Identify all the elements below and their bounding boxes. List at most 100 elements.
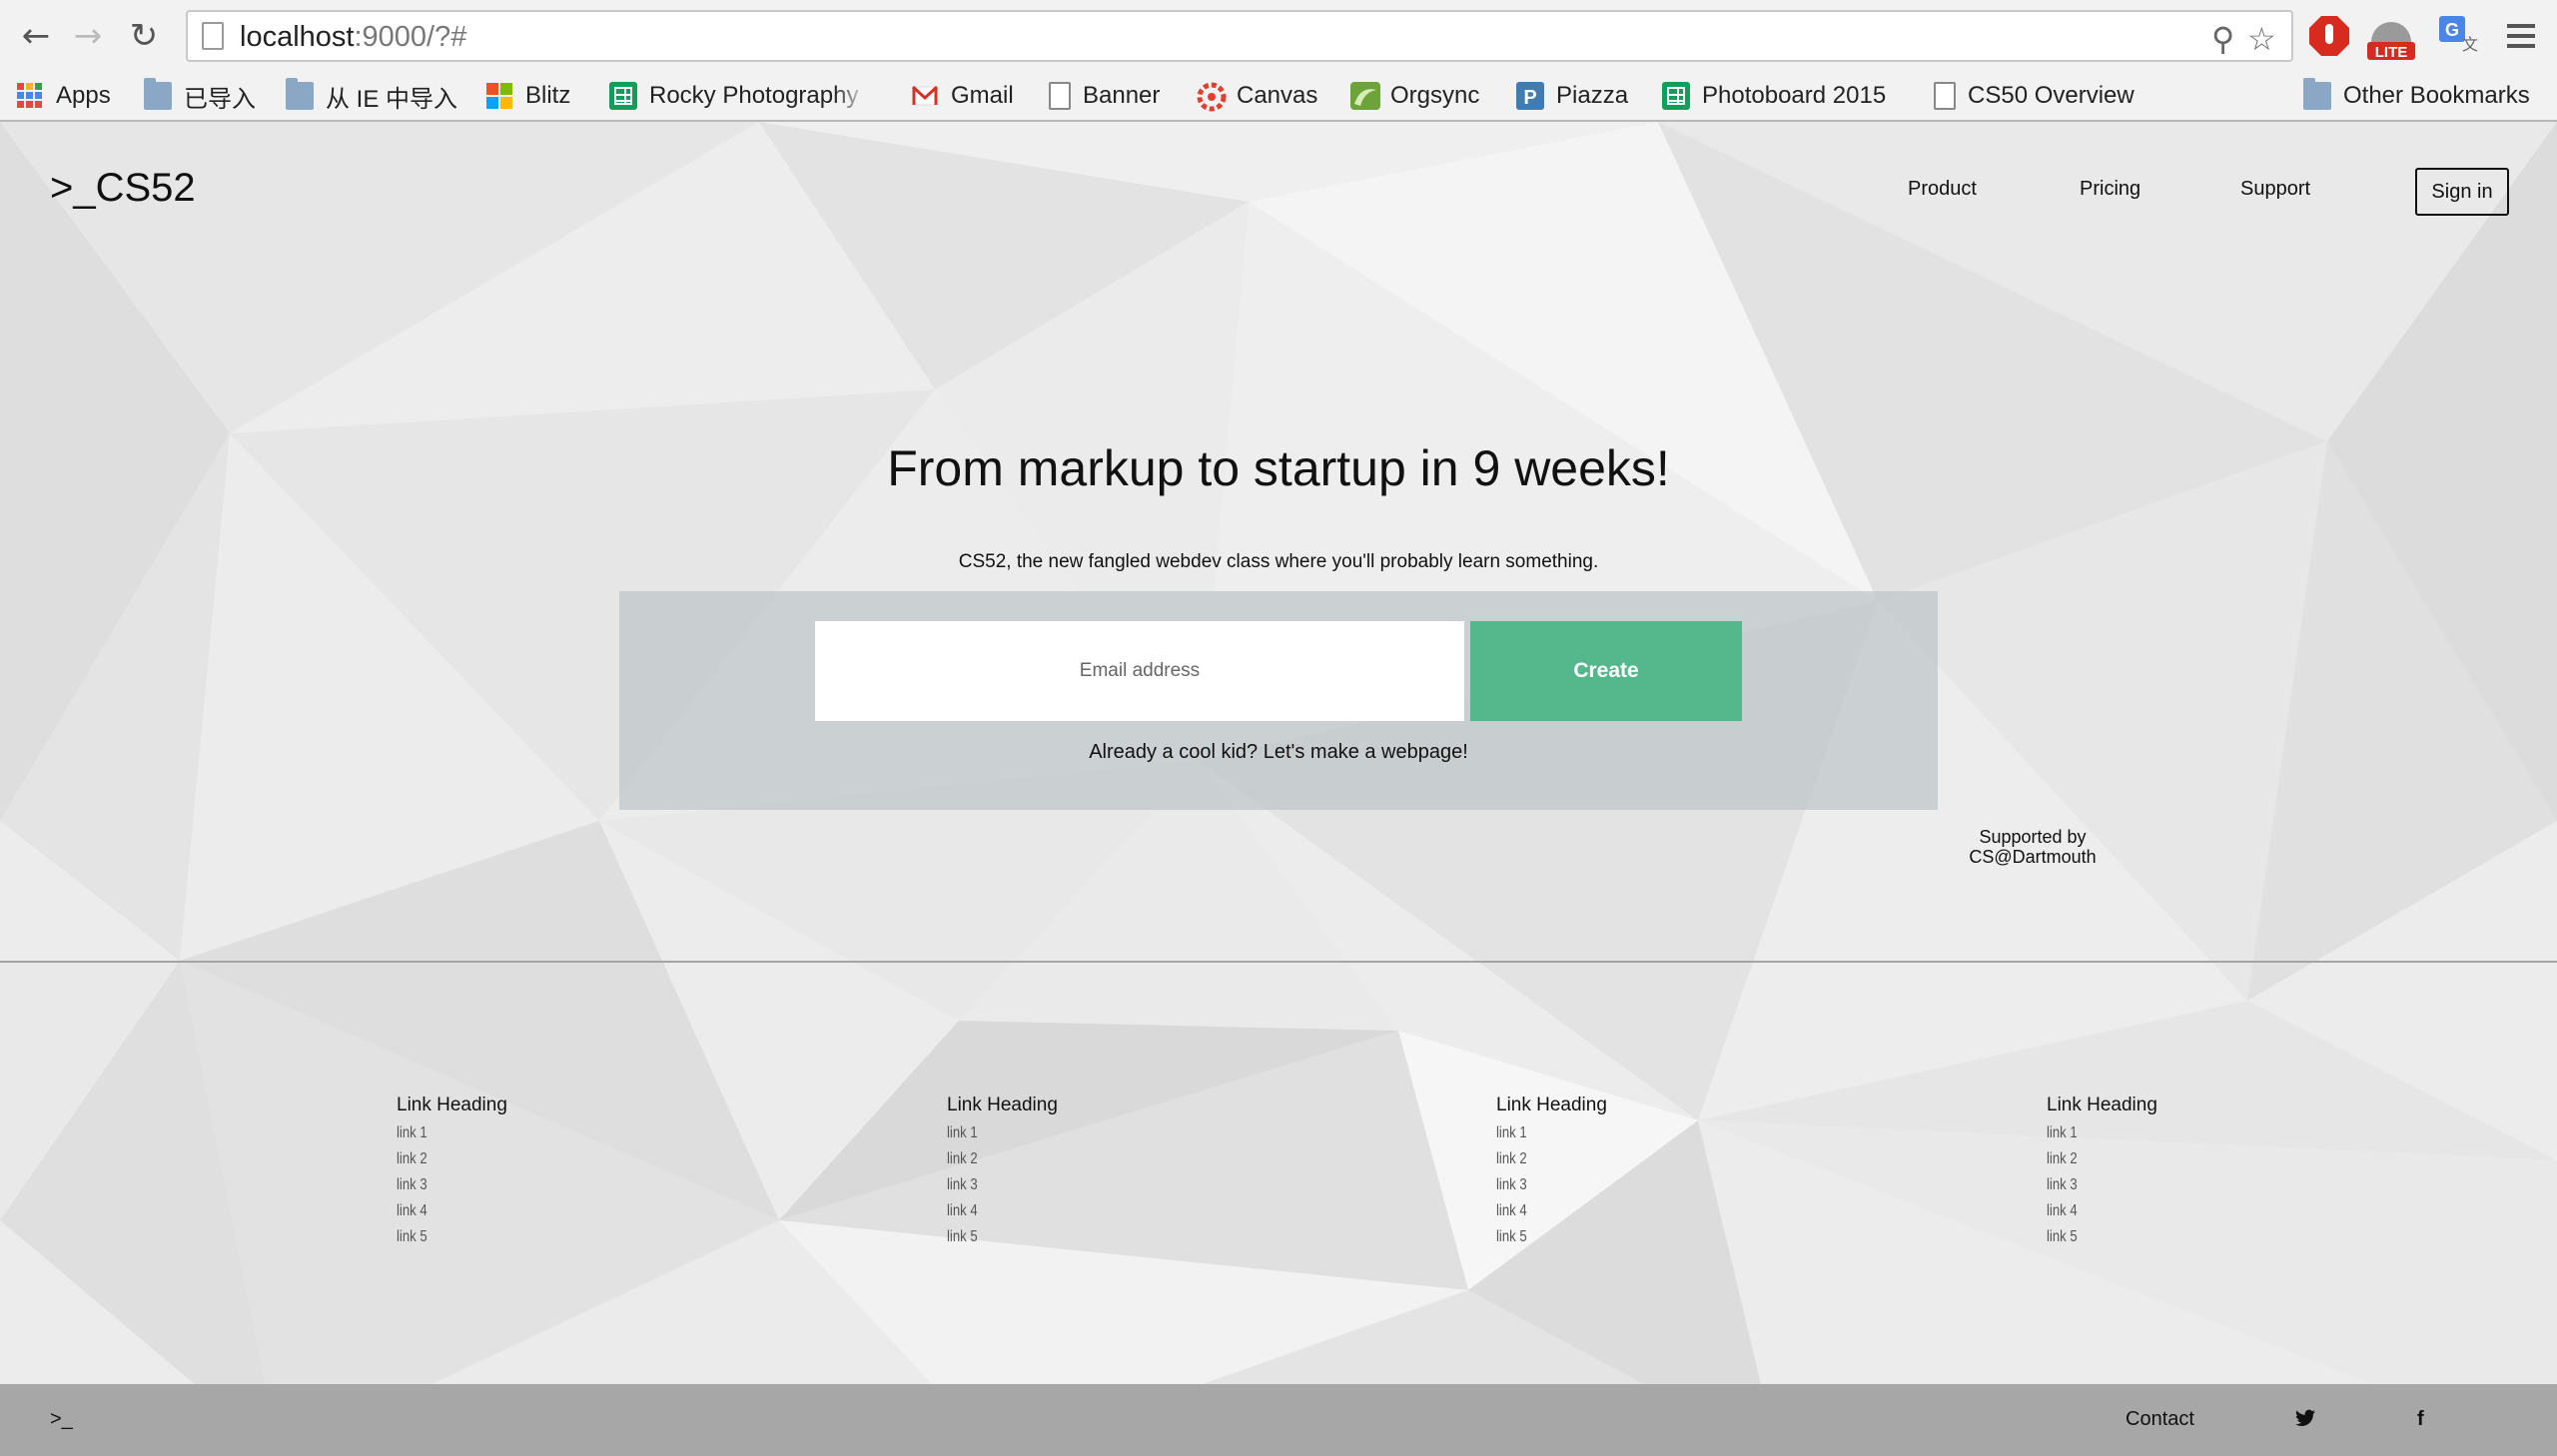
site-logo[interactable]: >_CS52 (50, 166, 196, 211)
bookmark-photoboard[interactable]: Photoboard 2015 (1662, 76, 1886, 116)
canvas-icon (1197, 82, 1227, 112)
bookmark-label: Gmail (951, 82, 1014, 109)
document-icon (1049, 82, 1071, 110)
footer-prompt: >_ (50, 1408, 73, 1430)
back-arrow-icon[interactable]: ← (16, 16, 56, 56)
spreadsheet-icon (1662, 82, 1690, 110)
bookmark-label: Canvas (1237, 82, 1318, 109)
create-button[interactable]: Create (1470, 621, 1742, 721)
footer-link[interactable]: link 4 (2047, 1198, 2137, 1224)
bookmark-label: Orgsync (1390, 82, 1480, 109)
twitter-icon[interactable] (2295, 1408, 2315, 1432)
link-heading: Link Heading (947, 1094, 1058, 1115)
footer-link[interactable]: link 2 (397, 1146, 487, 1172)
address-bar[interactable]: localhost:9000/?# ⚲ ☆ (186, 10, 2293, 62)
link-heading: Link Heading (2047, 1094, 2157, 1115)
footer-link[interactable]: link 1 (397, 1120, 487, 1146)
footer-link[interactable]: link 4 (1496, 1198, 1587, 1224)
footer-link[interactable]: link 5 (397, 1224, 487, 1250)
footer-link[interactable]: link 3 (2047, 1172, 2137, 1198)
nav-product-link[interactable]: Product (1908, 178, 1977, 201)
svg-text:P: P (1523, 87, 1536, 109)
nav-support-link[interactable]: Support (2240, 178, 2310, 201)
footer-link[interactable]: link 4 (947, 1198, 1038, 1224)
bookmark-label: Banner (1083, 82, 1161, 109)
bookmark-rocky-photography[interactable]: Rocky Photography S (609, 76, 867, 116)
email-input[interactable] (815, 621, 1464, 721)
bookmark-label: Rocky Photography S (649, 82, 867, 109)
folder-icon (286, 78, 314, 110)
web-page: >_CS52 Product Pricing Support Sign in F… (0, 122, 2557, 1456)
footer-link[interactable]: link 1 (2047, 1120, 2137, 1146)
page-footer: >_ Contact f (0, 1384, 2557, 1456)
hero-title: From markup to startup in 9 weeks! (887, 440, 1670, 496)
footer-link[interactable]: link 1 (947, 1120, 1038, 1146)
bookmark-star-icon[interactable]: ☆ (2247, 20, 2276, 58)
bookmark-label: Blitz (525, 82, 571, 109)
bookmark-label: Photoboard 2015 (1702, 82, 1887, 109)
bookmark-imported[interactable]: 已导入 (144, 76, 256, 116)
folder-icon (2303, 78, 2331, 110)
footer-link[interactable]: link 5 (2047, 1224, 2137, 1250)
bookmark-piazza[interactable]: P Piazza (1516, 76, 1628, 116)
gmail-icon (911, 82, 939, 110)
footer-link[interactable]: link 1 (1496, 1120, 1587, 1146)
svg-text:LITE: LITE (2375, 44, 2408, 61)
link-column-3: Link Heading link 1 link 2 link 3 link 4… (1496, 1094, 1607, 1250)
browser-toolbar: ← → ↻ localhost:9000/?# ⚲ ☆ LITE G文 (0, 0, 2557, 72)
footer-link[interactable]: link 2 (2047, 1146, 2137, 1172)
menu-icon[interactable] (2503, 18, 2551, 66)
already-cool-kid-link[interactable]: Already a cool kid? Let's make a webpage… (619, 741, 1938, 764)
hero-subtitle: CS52, the new fangled webdev class where… (958, 551, 1599, 572)
bookmark-label: 已导入 (184, 85, 256, 113)
bookmark-label: Apps (56, 82, 111, 109)
bookmark-ie-import[interactable]: 从 IE 中导入 (286, 76, 457, 116)
google-translate-icon[interactable]: G文 (2437, 12, 2485, 60)
url-text[interactable]: localhost:9000/?# (240, 21, 466, 54)
orgsync-icon (1350, 82, 1380, 110)
bookmark-gmail[interactable]: Gmail (911, 76, 1014, 116)
adblock-icon[interactable] (2305, 12, 2353, 60)
link-column-2: Link Heading link 1 link 2 link 3 link 4… (947, 1094, 1058, 1250)
sign-in-button[interactable]: Sign in (2415, 168, 2509, 216)
bookmark-banner[interactable]: Banner (1049, 76, 1160, 116)
svg-text:G: G (2445, 20, 2459, 40)
link-column-1: Link Heading link 1 link 2 link 3 link 4… (397, 1094, 507, 1250)
bookmark-apps[interactable]: Apps (16, 76, 111, 116)
document-icon (1934, 82, 1956, 110)
data-saver-lite-icon[interactable]: LITE (2363, 12, 2415, 61)
section-divider (0, 961, 2557, 963)
microsoft-logo-icon (485, 82, 513, 110)
search-icon[interactable]: ⚲ (2211, 20, 2234, 58)
forward-arrow-icon[interactable]: → (68, 16, 108, 56)
footer-link[interactable]: link 3 (397, 1172, 487, 1198)
footer-link[interactable]: link 3 (947, 1172, 1038, 1198)
footer-link[interactable]: link 5 (947, 1224, 1038, 1250)
bookmark-orgsync[interactable]: Orgsync (1350, 76, 1479, 116)
nav-pricing-link[interactable]: Pricing (2080, 178, 2140, 201)
link-heading: Link Heading (397, 1094, 507, 1115)
contact-link[interactable]: Contact (2126, 1408, 2194, 1431)
bookmark-cs50-overview[interactable]: CS50 Overview (1934, 76, 2134, 116)
footer-link[interactable]: link 4 (397, 1198, 487, 1224)
reload-icon[interactable]: ↻ (124, 16, 164, 56)
bookmark-other-bookmarks[interactable]: Other Bookmarks (2303, 76, 2530, 116)
footer-link[interactable]: link 5 (1496, 1224, 1587, 1250)
piazza-icon: P (1516, 82, 1544, 110)
sponsor-name: CS@Dartmouth (1969, 847, 2097, 867)
footer-link[interactable]: link 3 (1496, 1172, 1587, 1198)
footer-link[interactable]: link 2 (1496, 1146, 1587, 1172)
bookmark-blitz[interactable]: Blitz (485, 76, 570, 116)
footer-link[interactable]: link 2 (947, 1146, 1038, 1172)
svg-text:文: 文 (2462, 35, 2478, 54)
bookmark-label: CS50 Overview (1968, 82, 2134, 109)
apps-grid-icon (16, 82, 44, 110)
link-column-4: Link Heading link 1 link 2 link 3 link 4… (2047, 1094, 2157, 1250)
page-icon (202, 22, 224, 50)
spreadsheet-icon (609, 82, 637, 110)
bookmark-label: Piazza (1556, 82, 1629, 109)
bookmark-label: Other Bookmarks (2343, 82, 2530, 109)
facebook-icon[interactable]: f (2417, 1408, 2424, 1431)
signup-panel: Create Already a cool kid? Let's make a … (619, 591, 1938, 810)
bookmark-canvas[interactable]: Canvas (1197, 76, 1317, 116)
